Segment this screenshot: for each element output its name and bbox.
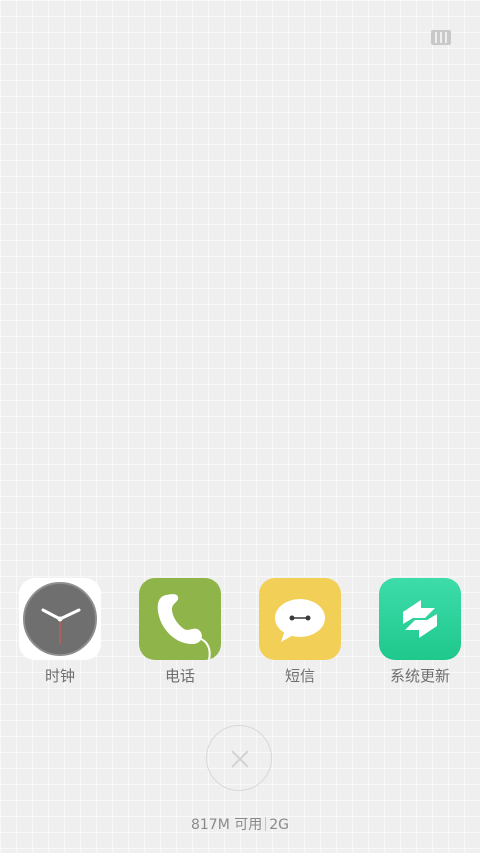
- phone-app-tile: [139, 578, 221, 660]
- recent-apps-dock: 时钟 电话 短信 系统更新: [0, 578, 480, 698]
- memory-available: 817M 可用: [190, 817, 263, 833]
- system-update-app-tile: [379, 578, 461, 660]
- app-phone[interactable]: 电话: [125, 578, 235, 686]
- app-clock[interactable]: 时钟: [5, 578, 115, 686]
- layout-toggle-button[interactable]: [431, 30, 451, 45]
- app-label: 系统更新: [389, 667, 450, 685]
- app-label: 电话: [164, 667, 195, 685]
- app-label: 短信: [284, 667, 315, 685]
- clock-app-tile: [19, 578, 101, 660]
- app-label: 时钟: [44, 667, 75, 685]
- app-messages[interactable]: 短信: [245, 578, 355, 686]
- memory-separator: [265, 817, 267, 831]
- close-icon: [231, 750, 249, 768]
- clear-all-button[interactable]: [206, 725, 272, 791]
- memory-info: 817M 可用 2G: [0, 815, 480, 835]
- system-update-icon: [379, 578, 461, 660]
- messages-app-tile: [259, 578, 341, 660]
- clock-icon: [19, 578, 101, 660]
- message-icon: [259, 578, 341, 660]
- phone-icon: [139, 578, 221, 660]
- app-system-update[interactable]: 系统更新: [365, 578, 475, 686]
- grid-layout-icon: [431, 30, 451, 45]
- memory-total: 2G: [269, 817, 290, 833]
